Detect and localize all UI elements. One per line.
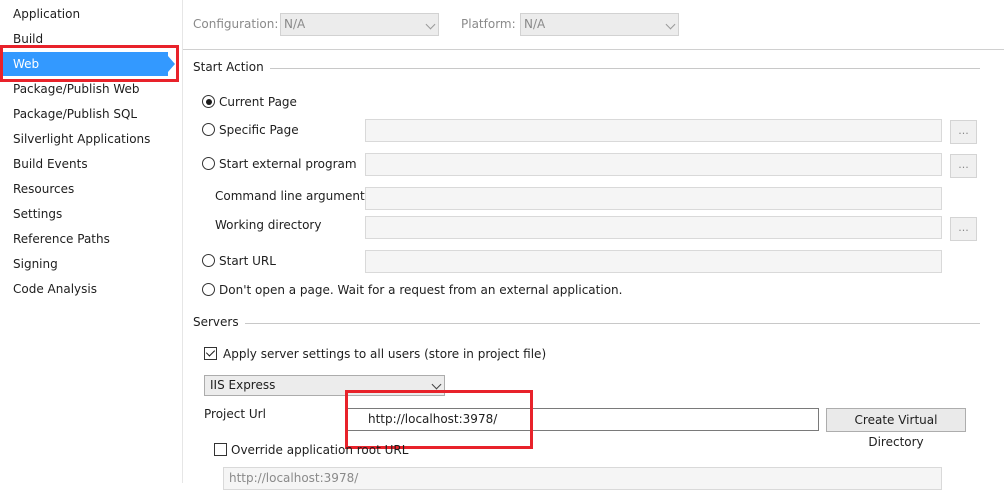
override-root-url-label[interactable]: Override application root URL bbox=[231, 442, 408, 458]
working-directory-input[interactable] bbox=[365, 216, 942, 239]
sidebar-item-resources[interactable]: Resources bbox=[13, 179, 74, 199]
current-page-radio[interactable] bbox=[202, 95, 215, 108]
start-url-input[interactable] bbox=[365, 250, 942, 273]
toolbar-divider bbox=[183, 49, 1004, 50]
specific-page-radio[interactable] bbox=[202, 123, 215, 136]
configuration-select[interactable]: N/A bbox=[280, 13, 439, 36]
external-program-input[interactable] bbox=[365, 153, 942, 176]
chevron-down-icon bbox=[665, 19, 676, 30]
current-page-label[interactable]: Current Page bbox=[219, 94, 297, 110]
start-action-heading: Start Action bbox=[193, 60, 270, 74]
command-line-arguments-input[interactable] bbox=[365, 187, 942, 210]
start-external-program-radio[interactable] bbox=[202, 157, 215, 170]
sidebar-item-application[interactable]: Application bbox=[13, 4, 80, 24]
override-root-url-input[interactable]: http://localhost:3978/ bbox=[223, 467, 942, 490]
chevron-down-icon bbox=[425, 19, 436, 30]
specific-page-browse-button[interactable]: ... bbox=[950, 120, 977, 144]
apply-to-all-users-checkbox[interactable] bbox=[204, 347, 217, 360]
highlight-box-project-url bbox=[345, 390, 533, 449]
servers-rule bbox=[193, 323, 980, 324]
start-url-label[interactable]: Start URL bbox=[219, 253, 276, 269]
command-line-arguments-label: Command line arguments bbox=[215, 189, 371, 203]
chevron-down-icon bbox=[431, 379, 442, 390]
servers-heading: Servers bbox=[193, 315, 245, 329]
working-directory-browse-button[interactable]: ... bbox=[950, 217, 977, 241]
configuration-label: Configuration: bbox=[193, 17, 279, 31]
checkmark-icon bbox=[205, 347, 216, 357]
create-virtual-directory-button[interactable]: Create Virtual Directory bbox=[826, 408, 966, 449]
sidebar-item-package-publish-sql[interactable]: Package/Publish SQL bbox=[13, 104, 137, 124]
external-program-browse-button[interactable]: ... bbox=[950, 154, 977, 178]
start-action-rule bbox=[193, 68, 980, 69]
platform-value: N/A bbox=[524, 17, 546, 31]
server-value: IIS Express bbox=[210, 378, 276, 392]
sidebar-item-reference-paths[interactable]: Reference Paths bbox=[13, 229, 110, 249]
project-url-label: Project Url bbox=[204, 407, 266, 421]
start-external-program-label[interactable]: Start external program bbox=[219, 156, 357, 172]
override-root-url-checkbox[interactable] bbox=[214, 443, 227, 456]
sidebar-item-silverlight-applications[interactable]: Silverlight Applications bbox=[13, 129, 150, 149]
sidebar-item-settings[interactable]: Settings bbox=[13, 204, 62, 224]
platform-label: Platform: bbox=[461, 17, 516, 31]
specific-page-input[interactable] bbox=[365, 119, 942, 142]
start-url-radio[interactable] bbox=[202, 254, 215, 267]
specific-page-label[interactable]: Specific Page bbox=[219, 122, 299, 138]
sidebar-item-code-analysis[interactable]: Code Analysis bbox=[13, 279, 97, 299]
apply-to-all-users-label[interactable]: Apply server settings to all users (stor… bbox=[223, 346, 546, 362]
sidebar-item-signing[interactable]: Signing bbox=[13, 254, 58, 274]
dont-open-page-radio[interactable] bbox=[202, 283, 215, 296]
sidebar-item-build-events[interactable]: Build Events bbox=[13, 154, 88, 174]
configuration-value: N/A bbox=[284, 17, 306, 31]
sidebar-divider bbox=[182, 0, 183, 483]
highlight-box-web bbox=[0, 45, 179, 82]
working-directory-label: Working directory bbox=[215, 218, 322, 232]
dont-open-page-label[interactable]: Don't open a page. Wait for a request fr… bbox=[219, 282, 622, 298]
sidebar-item-package-publish-web[interactable]: Package/Publish Web bbox=[13, 79, 140, 99]
platform-select[interactable]: N/A bbox=[520, 13, 679, 36]
